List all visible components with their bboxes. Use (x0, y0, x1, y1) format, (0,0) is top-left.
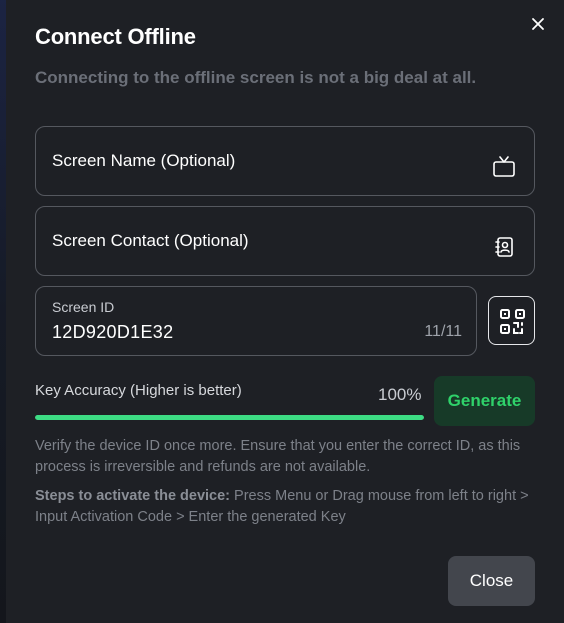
key-accuracy-progress-fill (35, 415, 424, 420)
screen-contact-placeholder: Screen Contact (Optional) (52, 231, 249, 250)
close-icon[interactable] (528, 14, 548, 34)
screen-id-field[interactable]: Screen ID 12D920D1E32 11/11 (35, 286, 477, 356)
screen-contact-field[interactable]: Screen Contact (Optional) (35, 206, 535, 276)
qr-code-button[interactable] (488, 296, 535, 345)
screen-id-value[interactable]: 12D920D1E32 (52, 322, 173, 343)
dialog-title: Connect Offline (35, 24, 196, 49)
contact-book-icon (492, 235, 516, 259)
dialog-subtitle: Connecting to the offline screen is not … (35, 68, 477, 87)
activation-steps: Steps to activate the device: Press Menu… (35, 486, 535, 528)
screen-id-label: Screen ID (52, 299, 115, 315)
screen-name-placeholder: Screen Name (Optional) (52, 151, 236, 170)
activation-steps-heading: Steps to activate the device: (35, 488, 231, 504)
key-accuracy-value: 100% (378, 385, 422, 404)
connect-offline-dialog: Connect Offline Connecting to the offlin… (0, 0, 564, 623)
qr-code-icon (500, 309, 525, 334)
verify-notice: Verify the device ID once more. Ensure t… (35, 438, 521, 475)
key-accuracy-progress (35, 415, 424, 420)
key-accuracy-label: Key Accuracy (Higher is better) (35, 382, 242, 399)
tv-icon (492, 155, 516, 179)
screen-name-field[interactable]: Screen Name (Optional) (35, 126, 535, 196)
close-button[interactable]: Close (448, 556, 535, 606)
screen-id-char-counter: 11/11 (424, 323, 462, 340)
generate-button[interactable]: Generate (434, 376, 535, 426)
